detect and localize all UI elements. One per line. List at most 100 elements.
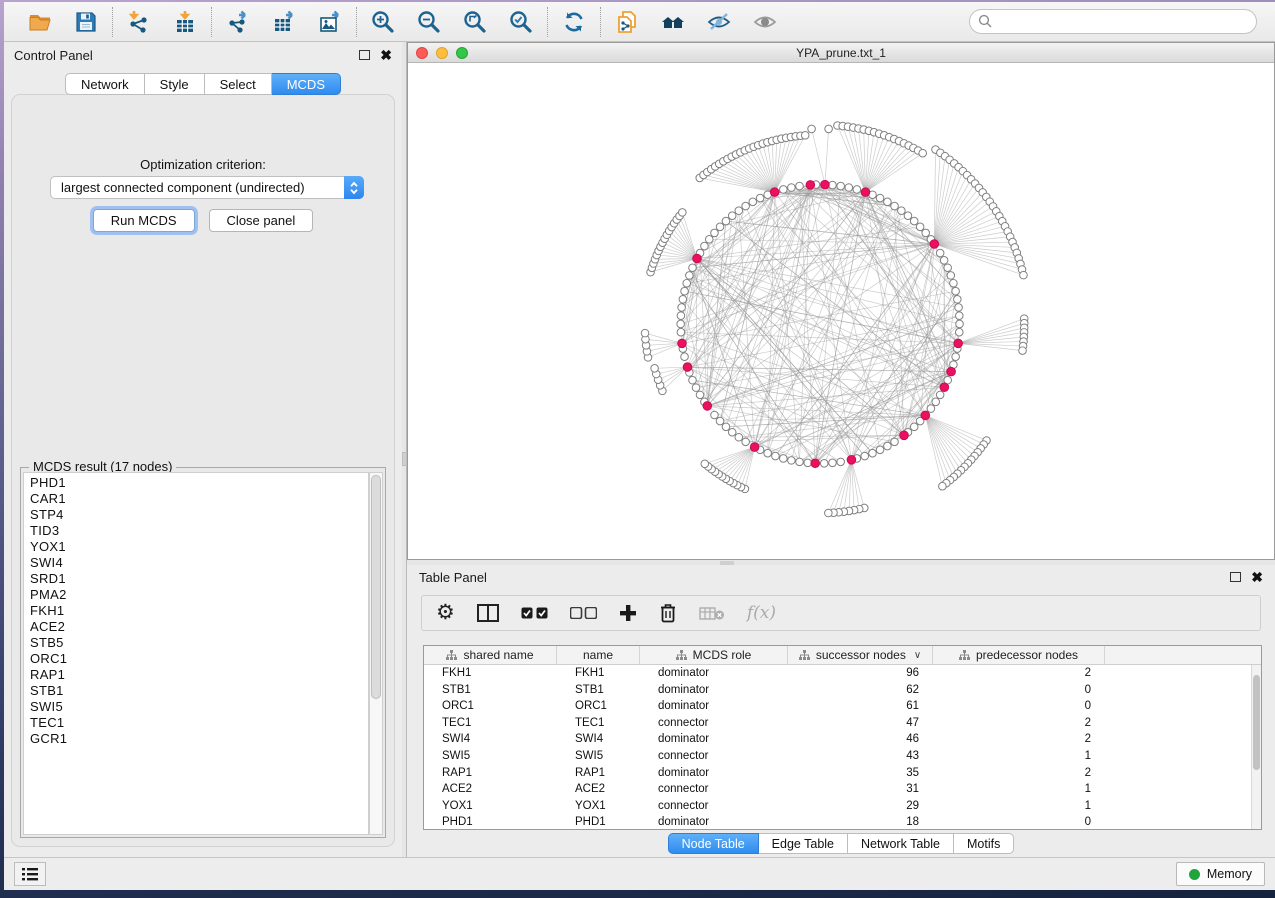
graph-leaf-node[interactable] bbox=[939, 482, 947, 490]
table-cell[interactable]: connector bbox=[640, 781, 788, 798]
table-cell[interactable]: FKH1 bbox=[424, 665, 557, 682]
table-cell[interactable]: 0 bbox=[933, 698, 1105, 715]
table-cell[interactable]: 18 bbox=[788, 814, 933, 830]
table-cell[interactable]: 2 bbox=[933, 715, 1105, 732]
column-header-predecessor-nodes[interactable]: predecessor nodes bbox=[933, 646, 1105, 664]
table-cell[interactable]: 0 bbox=[933, 814, 1105, 830]
graph-mcds-hub-node[interactable] bbox=[847, 456, 856, 465]
save-session-icon[interactable] bbox=[72, 8, 100, 36]
mcds-result-list[interactable]: PHD1CAR1STP4TID3YOX1SWI4SRD1PMA2FKH1ACE2… bbox=[23, 472, 369, 835]
graph-leaf-node[interactable] bbox=[808, 125, 816, 133]
graph-node[interactable] bbox=[876, 446, 884, 454]
mcds-list-scrollbar[interactable] bbox=[369, 472, 383, 835]
graph-node[interactable] bbox=[829, 181, 837, 189]
table-row[interactable]: FKH1FKH1dominator962 bbox=[424, 665, 1251, 682]
graph-node[interactable] bbox=[952, 287, 960, 295]
tab-network[interactable]: Network bbox=[65, 73, 145, 95]
select-all-icon[interactable] bbox=[521, 600, 548, 626]
tab-edge-table[interactable]: Edge Table bbox=[759, 833, 848, 854]
graph-node[interactable] bbox=[876, 194, 884, 202]
graph-node[interactable] bbox=[689, 264, 697, 272]
column-header-MCDS-role[interactable]: MCDS role bbox=[640, 646, 788, 664]
graph-node[interactable] bbox=[735, 207, 743, 215]
graph-node[interactable] bbox=[742, 202, 750, 210]
graph-mcds-hub-node[interactable] bbox=[693, 254, 702, 263]
graph-node[interactable] bbox=[749, 198, 757, 206]
mcds-result-item[interactable]: STP4 bbox=[30, 507, 368, 523]
table-cell[interactable]: SWI5 bbox=[557, 748, 640, 765]
graph-node[interactable] bbox=[692, 384, 700, 392]
split-view-icon[interactable] bbox=[477, 600, 499, 626]
close-panel-icon[interactable]: ✖ bbox=[1251, 572, 1263, 582]
zoom-out-icon[interactable] bbox=[415, 8, 443, 36]
graph-leaf-node[interactable] bbox=[801, 132, 809, 140]
graph-node[interactable] bbox=[716, 223, 724, 231]
delete-table-icon[interactable] bbox=[699, 600, 725, 626]
graph-node[interactable] bbox=[728, 428, 736, 436]
graph-node[interactable] bbox=[853, 186, 861, 194]
mcds-result-item[interactable]: SWI4 bbox=[30, 555, 368, 571]
mcds-result-item[interactable]: RAP1 bbox=[30, 667, 368, 683]
mcds-result-item[interactable]: STB1 bbox=[30, 683, 368, 699]
table-cell[interactable]: ORC1 bbox=[557, 698, 640, 715]
mcds-result-item[interactable]: SRD1 bbox=[30, 571, 368, 587]
graph-mcds-hub-node[interactable] bbox=[770, 188, 779, 197]
mcds-result-item[interactable]: ORC1 bbox=[30, 651, 368, 667]
graph-node[interactable] bbox=[764, 449, 772, 457]
table-row[interactable]: TEC1TEC1connector472 bbox=[424, 715, 1251, 732]
mcds-result-item[interactable]: TID3 bbox=[30, 523, 368, 539]
table-cell[interactable]: ACE2 bbox=[424, 781, 557, 798]
graph-mcds-hub-node[interactable] bbox=[703, 402, 712, 411]
table-cell[interactable]: dominator bbox=[640, 682, 788, 699]
table-cell[interactable]: dominator bbox=[640, 698, 788, 715]
graph-node[interactable] bbox=[701, 242, 709, 250]
table-cell[interactable]: 2 bbox=[933, 765, 1105, 782]
table-row[interactable]: ACE2ACE2connector311 bbox=[424, 781, 1251, 798]
float-panel-icon[interactable] bbox=[359, 50, 370, 60]
table-cell[interactable]: SWI4 bbox=[557, 731, 640, 748]
table-cell[interactable]: connector bbox=[640, 748, 788, 765]
graph-mcds-hub-node[interactable] bbox=[821, 180, 830, 189]
graph-node[interactable] bbox=[936, 391, 944, 399]
graph-node[interactable] bbox=[916, 223, 924, 231]
float-panel-icon[interactable] bbox=[1230, 572, 1241, 582]
table-cell[interactable]: dominator bbox=[640, 814, 788, 830]
graph-node[interactable] bbox=[681, 353, 689, 361]
table-cell[interactable]: STB1 bbox=[424, 682, 557, 699]
graph-node[interactable] bbox=[944, 264, 952, 272]
graph-node[interactable] bbox=[677, 312, 685, 320]
graph-node[interactable] bbox=[679, 295, 687, 303]
graph-node[interactable] bbox=[936, 249, 944, 257]
table-row[interactable]: RAP1RAP1dominator352 bbox=[424, 765, 1251, 782]
function-builder-icon[interactable]: f(x) bbox=[747, 600, 776, 626]
graph-mcds-hub-node[interactable] bbox=[930, 240, 939, 249]
graph-node[interactable] bbox=[711, 229, 719, 237]
add-column-icon[interactable] bbox=[619, 600, 637, 626]
graph-node[interactable] bbox=[884, 442, 892, 450]
graph-mcds-hub-node[interactable] bbox=[811, 459, 820, 468]
graph-node[interactable] bbox=[796, 182, 804, 190]
graph-node[interactable] bbox=[910, 217, 918, 225]
graph-node[interactable] bbox=[677, 328, 685, 336]
table-cell[interactable]: 2 bbox=[933, 731, 1105, 748]
export-network-icon[interactable] bbox=[224, 8, 252, 36]
first-neighbors-icon[interactable] bbox=[659, 8, 687, 36]
graph-node[interactable] bbox=[722, 423, 730, 431]
tab-mcds[interactable]: MCDS bbox=[272, 73, 341, 95]
graph-node[interactable] bbox=[950, 279, 958, 287]
graph-node[interactable] bbox=[927, 405, 935, 413]
graph-node[interactable] bbox=[788, 457, 796, 465]
graph-node[interactable] bbox=[904, 212, 912, 220]
zoom-in-icon[interactable] bbox=[369, 8, 397, 36]
table-row[interactable]: ORC1ORC1dominator610 bbox=[424, 698, 1251, 715]
table-cell[interactable]: RAP1 bbox=[424, 765, 557, 782]
graph-node[interactable] bbox=[891, 202, 899, 210]
graph-node[interactable] bbox=[947, 272, 955, 280]
graph-node[interactable] bbox=[788, 184, 796, 192]
graph-mcds-hub-node[interactable] bbox=[678, 339, 687, 348]
graph-mcds-hub-node[interactable] bbox=[683, 363, 692, 372]
table-cell[interactable]: 2 bbox=[933, 665, 1105, 682]
mcds-result-item[interactable]: YOX1 bbox=[30, 539, 368, 555]
graph-mcds-hub-node[interactable] bbox=[947, 367, 956, 376]
table-cell[interactable]: YOX1 bbox=[557, 798, 640, 815]
